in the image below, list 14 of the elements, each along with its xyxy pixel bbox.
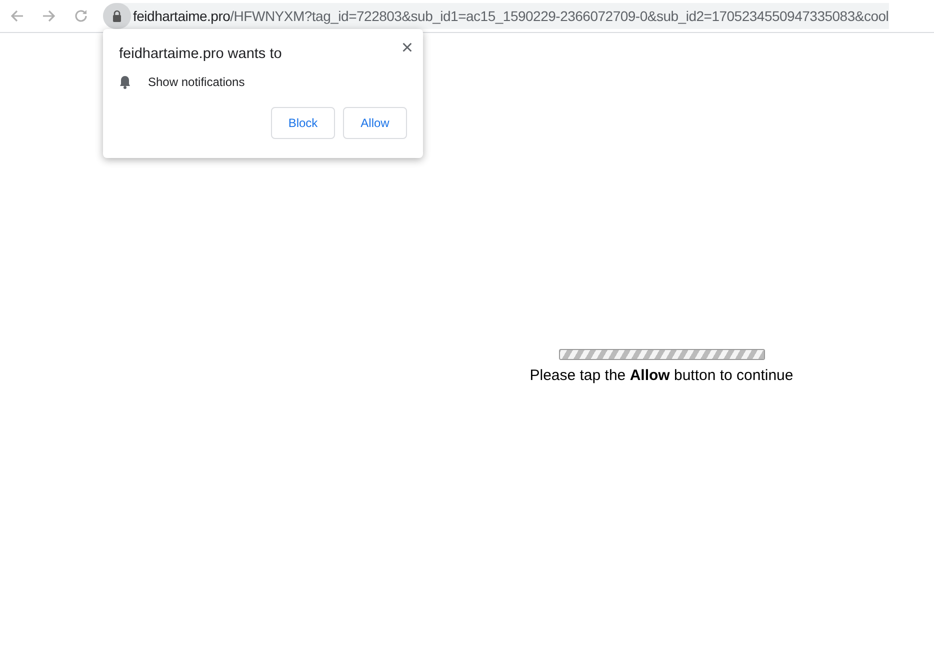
- reload-icon[interactable]: [73, 8, 89, 24]
- lock-icon: [112, 10, 122, 22]
- forward-icon[interactable]: [41, 8, 57, 24]
- lock-button[interactable]: [103, 3, 131, 29]
- instruction-text: Please tap the Allow button to continue: [530, 367, 794, 384]
- address-bar[interactable]: feidhartaime.pro/HFWNYXM?tag_id=722803&sub_id1=ac15_1590229-2366072709-0&sub_id2=1705234550947335083&cool: [103, 3, 889, 29]
- url-text: feidhartaime.pro/HFWNYXM?tag_id=722803&sub_id1=ac15_1590229-2366072709-0&sub_id2=1705234550947335083&cool: [133, 8, 889, 24]
- back-icon[interactable]: [9, 8, 25, 24]
- bell-icon: [119, 75, 131, 89]
- popup-title: feidhartaime.pro wants to: [119, 46, 282, 62]
- block-button[interactable]: Block: [271, 107, 335, 139]
- close-button[interactable]: ×: [401, 41, 413, 55]
- allow-button[interactable]: Allow: [343, 107, 407, 139]
- permission-label: Show notifications: [148, 75, 245, 89]
